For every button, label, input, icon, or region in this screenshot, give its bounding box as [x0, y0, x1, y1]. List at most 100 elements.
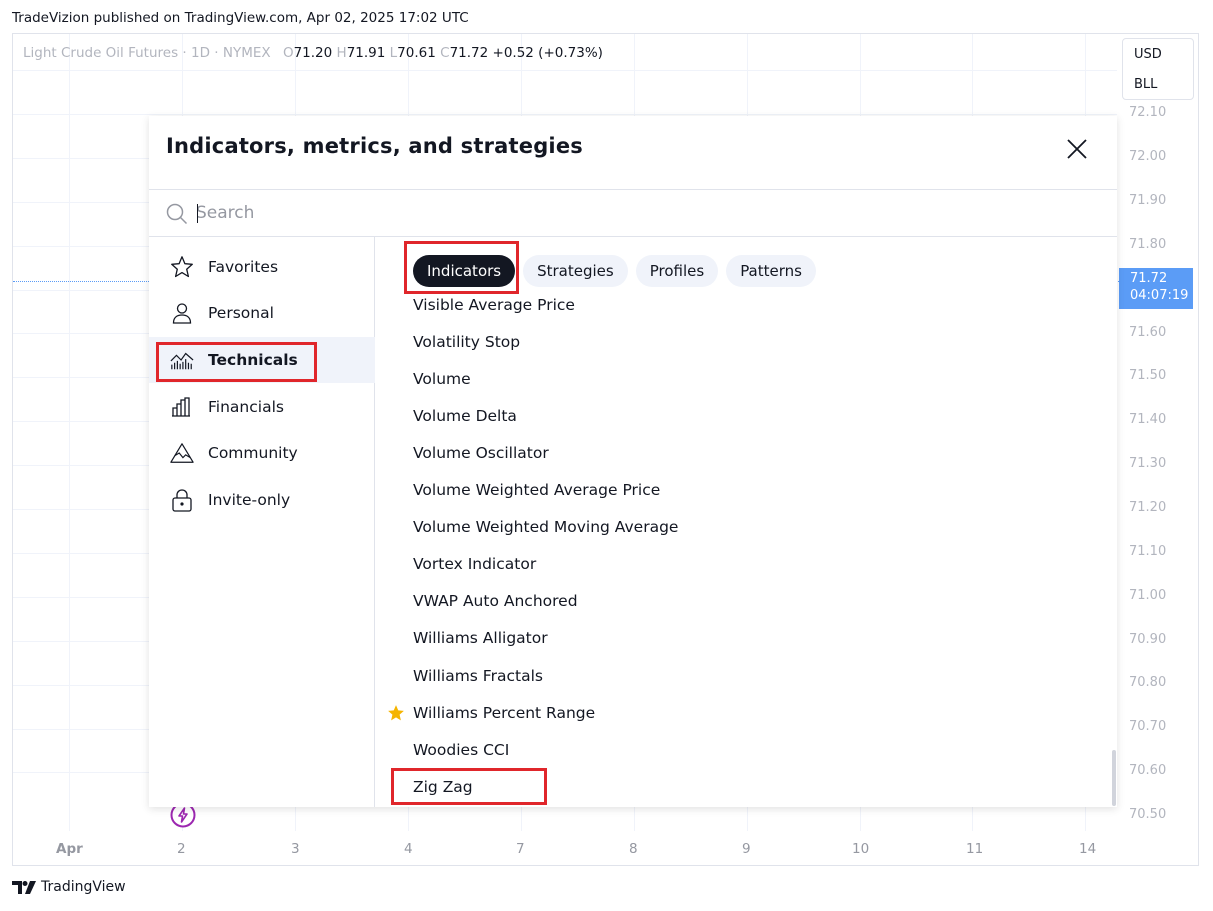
price-tick-label: 70.60: [1129, 763, 1167, 778]
list-item[interactable]: Volume: [376, 360, 1113, 397]
lock-icon: [170, 488, 194, 512]
price-tick-label: 71.30: [1129, 456, 1167, 471]
indicator-name: Williams Alligator: [413, 629, 548, 648]
sidebar-item-financials[interactable]: Financials: [149, 384, 375, 430]
sidebar-item-invite-only[interactable]: Invite-only: [149, 477, 375, 523]
price-tick-label: 70.50: [1129, 807, 1167, 822]
tradingview-logo: TradingView: [12, 879, 126, 895]
sidebar-item-label: Invite-only: [208, 491, 291, 509]
price-tick-label: 72.00: [1129, 149, 1167, 164]
high-key: H: [336, 45, 347, 61]
price-tick-label: 70.70: [1129, 719, 1167, 734]
technicals-chart-icon: [170, 348, 194, 372]
date-tick-label: 4: [404, 841, 413, 857]
close-value: 71.72: [449, 45, 489, 61]
price-tick-label: 71.20: [1129, 500, 1167, 515]
high-value: 71.91: [346, 45, 386, 61]
list-item[interactable]: Volume Weighted Average Price: [376, 472, 1113, 509]
sidebar-item-label: Community: [208, 444, 298, 462]
open-key: O: [282, 45, 294, 61]
date-tick-label: 14: [1079, 841, 1097, 857]
indicator-name: VWAP Auto Anchored: [413, 592, 578, 611]
list-item[interactable]: VWAP Auto Anchored: [376, 583, 1113, 620]
current-price-label: 71.72 04:07:19: [1119, 268, 1193, 309]
sidebar-item-label: Personal: [208, 304, 274, 322]
sidebar-item-community[interactable]: Community: [149, 430, 375, 476]
price-tick-label: 71.50: [1129, 368, 1167, 383]
close-button[interactable]: [1066, 138, 1088, 160]
favorite-star-icon[interactable]: [387, 704, 405, 722]
indicator-list: Visible Average Price Volatility Stop Volu…: [376, 291, 1113, 807]
sidebar-item-personal[interactable]: Personal: [149, 290, 375, 336]
date-tick-label: 8: [629, 841, 638, 857]
search-input[interactable]: [196, 199, 996, 227]
symbol-legend: Light Crude Oil Futures · 1D · NYMEX O71…: [23, 45, 603, 61]
price-tick-label: 71.40: [1129, 412, 1167, 427]
list-item[interactable]: Woodies CCI: [376, 731, 1113, 768]
price-tick-label: 72.10: [1129, 105, 1167, 120]
brand-name: TradingView: [41, 879, 126, 895]
currency-unit-box[interactable]: USD BLL: [1122, 38, 1194, 100]
date-tick-label: 10: [852, 841, 870, 857]
sidebar-item-label: Financials: [208, 398, 284, 416]
indicator-name: Visible Average Price: [413, 295, 575, 314]
unit-label: BLL: [1134, 77, 1158, 92]
indicator-name: Volume Delta: [413, 406, 517, 425]
price-tick-label: 71.10: [1129, 544, 1167, 559]
date-tick-label: 7: [516, 841, 525, 857]
publish-info: TradeVizion published on TradingView.com…: [12, 10, 469, 26]
list-item[interactable]: Volatility Stop: [376, 323, 1113, 360]
indicator-name: Volume Weighted Moving Average: [413, 518, 679, 537]
price-tick-label: 70.90: [1129, 632, 1167, 647]
user-icon: [170, 301, 194, 325]
symbol-title[interactable]: Light Crude Oil Futures · 1D · NYMEX: [23, 45, 271, 61]
tradingview-logo-icon: [12, 880, 36, 894]
grid-line: [69, 34, 70, 831]
list-item[interactable]: Volume Oscillator: [376, 434, 1113, 471]
sidebar-item-technicals[interactable]: Technicals: [149, 337, 375, 383]
date-tick-label: 2: [177, 841, 186, 857]
currency-label: USD: [1134, 47, 1162, 62]
indicator-name: Williams Fractals: [413, 666, 543, 685]
tab-indicators[interactable]: Indicators: [413, 255, 516, 287]
price-tick-label: 70.80: [1129, 675, 1167, 690]
tab-profiles[interactable]: Profiles: [635, 255, 719, 287]
divider: [149, 189, 1117, 190]
list-item[interactable]: Williams Alligator: [376, 620, 1113, 657]
tab-patterns[interactable]: Patterns: [726, 255, 816, 287]
sidebar-item-favorites[interactable]: Favorites: [149, 244, 375, 290]
open-value: 71.20: [293, 45, 333, 61]
date-tick-label: 9: [742, 841, 751, 857]
indicator-name: Volume: [413, 369, 471, 388]
change-value: +0.52 (+0.73%): [492, 45, 603, 61]
grid-line: [13, 70, 1117, 71]
list-item[interactable]: Williams Percent Range: [376, 694, 1113, 731]
list-item[interactable]: Volume Weighted Moving Average: [376, 509, 1113, 546]
sidebar-item-label: Favorites: [208, 258, 279, 276]
list-item[interactable]: Zig Zag: [376, 768, 1113, 805]
price-tick-label: 71.00: [1129, 588, 1167, 603]
date-tick-label: 11: [966, 841, 984, 857]
scrollbar[interactable]: [1112, 750, 1116, 806]
category-sidebar: Favorites Personal Technicals Financials…: [149, 237, 375, 807]
indicator-name: Volume Weighted Average Price: [413, 481, 661, 499]
low-value: 70.61: [397, 45, 436, 61]
list-item[interactable]: Vortex Indicator: [376, 546, 1113, 583]
indicator-name: Volume Oscillator: [413, 443, 549, 462]
list-item[interactable]: Volume Delta: [376, 397, 1113, 434]
close-key: C: [440, 45, 450, 61]
star-outline-icon: [170, 255, 194, 279]
price-tick-label: 71.90: [1129, 193, 1167, 208]
dialog-title: Indicators, metrics, and strategies: [166, 134, 583, 158]
type-tabs: Indicators Strategies Profiles Patterns: [413, 255, 816, 287]
indicators-dialog: Indicators, metrics, and strategies Favo…: [149, 116, 1117, 807]
bar-countdown: 04:07:19: [1130, 288, 1189, 303]
indicator-name: Zig Zag: [413, 777, 473, 796]
indicator-name: Vortex Indicator: [413, 555, 537, 574]
list-item[interactable]: Williams Fractals: [376, 657, 1113, 694]
list-item[interactable]: Visible Average Price: [376, 291, 1113, 323]
date-tick-label: 3: [291, 841, 300, 857]
indicator-name: Volatility Stop: [413, 332, 521, 351]
tab-strategies[interactable]: Strategies: [523, 255, 628, 287]
sidebar-item-label: Technicals: [208, 351, 298, 369]
